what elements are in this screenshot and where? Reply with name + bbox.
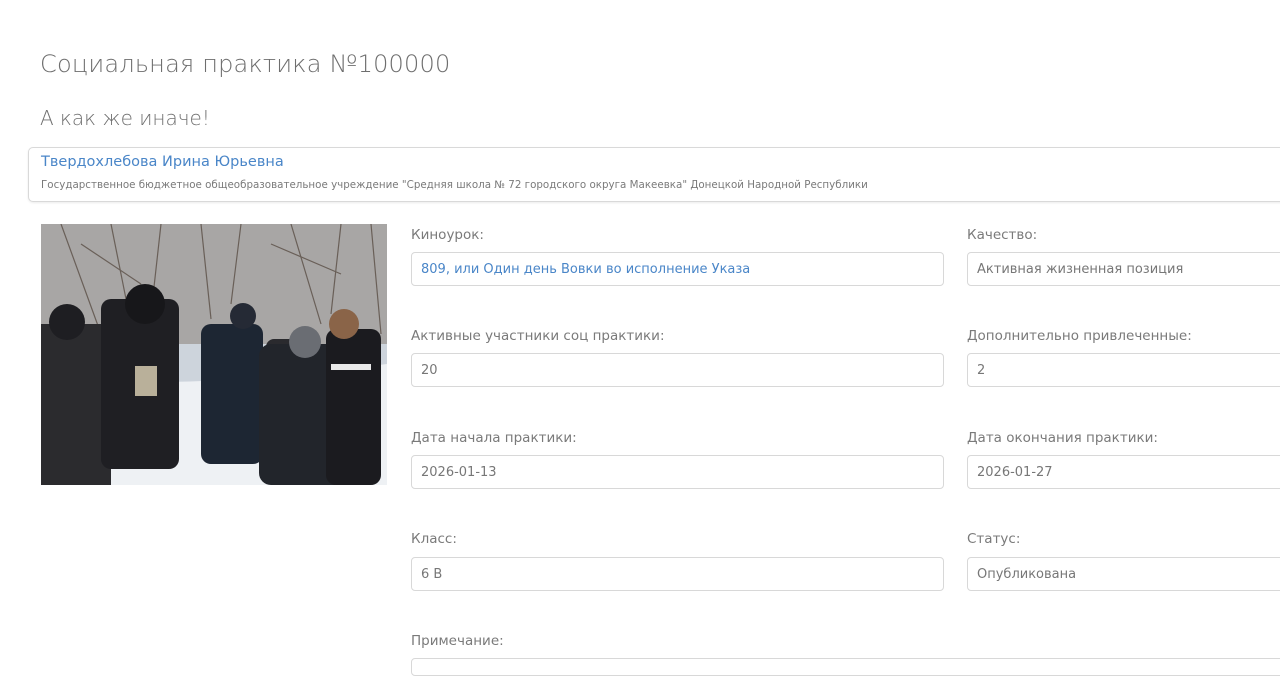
practice-photo xyxy=(41,224,387,485)
quality-label: Качество: xyxy=(967,227,1038,243)
class-label: Класс: xyxy=(411,531,457,547)
additional-participants-label: Дополнительно привлеченные: xyxy=(967,328,1192,344)
start-date-label: Дата начала практики: xyxy=(411,430,577,446)
author-name-link[interactable]: Твердохлебова Ирина Юрьевна xyxy=(41,154,284,170)
note-label: Примечание: xyxy=(411,633,504,649)
page-title: Социальная практика №100000 xyxy=(40,50,451,78)
start-date-field[interactable]: 2026-01-13 xyxy=(411,455,944,489)
status-field[interactable]: Опубликована xyxy=(967,557,1280,591)
active-participants-label: Активные участники соц практики: xyxy=(411,328,665,344)
author-organization: Государственное бюджетное общеобразовате… xyxy=(41,179,868,191)
page-subtitle: А как же иначе! xyxy=(40,106,210,130)
additional-participants-field[interactable]: 2 xyxy=(967,353,1280,387)
active-participants-field[interactable]: 20 xyxy=(411,353,944,387)
note-field[interactable] xyxy=(411,658,1280,676)
class-field[interactable]: 6 В xyxy=(411,557,944,591)
lesson-field-link[interactable]: 809, или Один день Вовки во исполнение У… xyxy=(411,252,944,286)
quality-field[interactable]: Активная жизненная позиция xyxy=(967,252,1280,286)
end-date-label: Дата окончания практики: xyxy=(967,430,1158,446)
status-label: Статус: xyxy=(967,531,1021,547)
lesson-label: Киноурок: xyxy=(411,227,484,243)
author-card: Твердохлебова Ирина Юрьевна Государствен… xyxy=(28,147,1280,202)
end-date-field[interactable]: 2026-01-27 xyxy=(967,455,1280,489)
